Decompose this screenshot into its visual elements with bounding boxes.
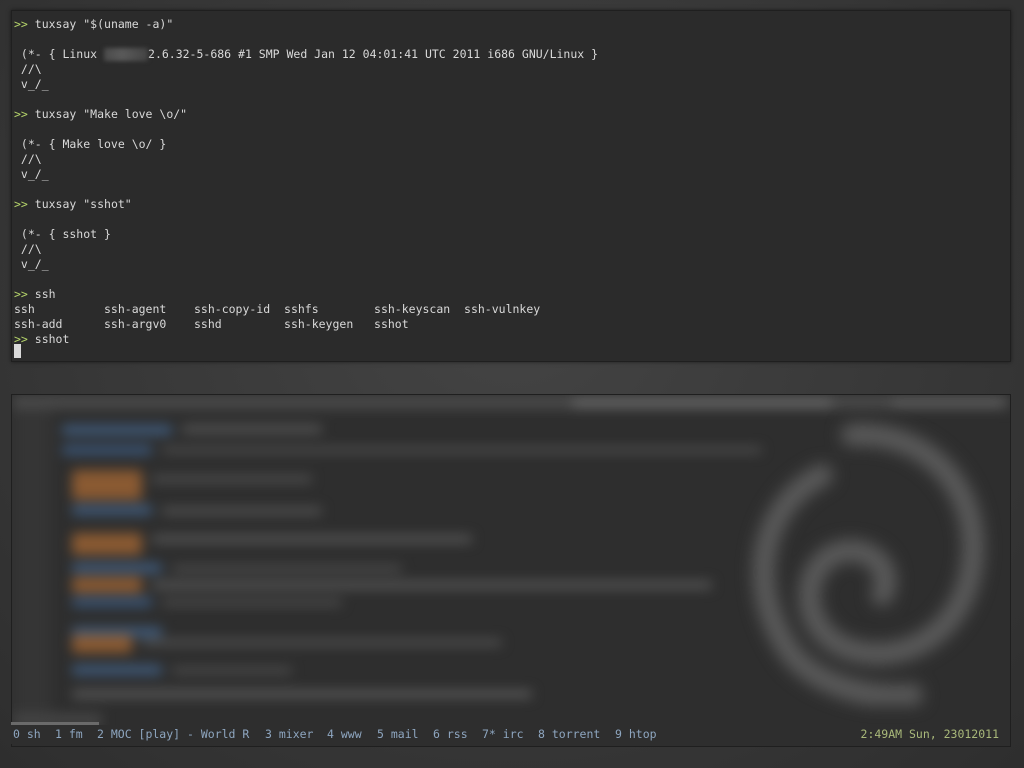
clock: 2:49AM Sun, 23012011	[860, 727, 999, 741]
command-line: >> tuxsay "$(uname -a)"	[14, 17, 174, 31]
redacted-hostname	[104, 48, 149, 61]
blurred-window	[11, 394, 1011, 747]
command-line: >> tuxsay "Make love \o/"	[14, 107, 188, 121]
completion-list: ssh ssh-agent ssh-copy-id sshfs ssh-keys…	[14, 302, 541, 316]
output-line: //\	[14, 152, 42, 166]
output-line: //\	[14, 242, 42, 256]
text-cursor	[14, 344, 21, 358]
tmux-status-bar: 0 sh 1 fm 2 MOC [play] - World R 3 mixer…	[11, 722, 1009, 744]
prompt: >>	[14, 17, 28, 31]
command-line: >> tuxsay "sshot"	[14, 197, 132, 211]
terminal-window[interactable]: >> tuxsay "$(uname -a)" (*- { Linux 2.6.…	[11, 10, 1011, 362]
window-tab-torrent[interactable]: 8 torrent	[538, 725, 600, 744]
output-line: v_/_	[14, 167, 49, 181]
completion-list: ssh-add ssh-argv0 sshd ssh-keygen sshot	[14, 317, 409, 331]
window-tab-sh[interactable]: 0 sh	[13, 725, 41, 744]
output-line: (*- { Make love \o/ }	[14, 137, 167, 151]
output-line: v_/_	[14, 257, 49, 271]
window-tab-moc[interactable]: 2 MOC [play] - World R	[97, 725, 249, 744]
output-line: (*- { Linux 2.6.32-5-686 #1 SMP Wed Jan …	[14, 47, 599, 61]
window-tab-mail[interactable]: 5 mail	[377, 725, 419, 744]
window-tab-fm[interactable]: 1 fm	[55, 725, 83, 744]
window-tab-www[interactable]: 4 www	[327, 725, 362, 744]
window-tab-irc[interactable]: 7* irc	[482, 725, 524, 744]
window-tab-rss[interactable]: 6 rss	[433, 725, 468, 744]
window-tab-mixer[interactable]: 3 mixer	[265, 725, 313, 744]
output-line: //\	[14, 62, 42, 76]
output-line: (*- { sshot }	[14, 227, 111, 241]
desktop: >> tuxsay "$(uname -a)" (*- { Linux 2.6.…	[0, 0, 1024, 768]
command-line: >> ssh	[14, 287, 56, 301]
window-tab-htop[interactable]: 9 htop	[615, 725, 657, 744]
output-line: v_/_	[14, 77, 49, 91]
debian-swirl-logo	[752, 423, 985, 705]
command-line: >> sshot	[14, 332, 70, 346]
